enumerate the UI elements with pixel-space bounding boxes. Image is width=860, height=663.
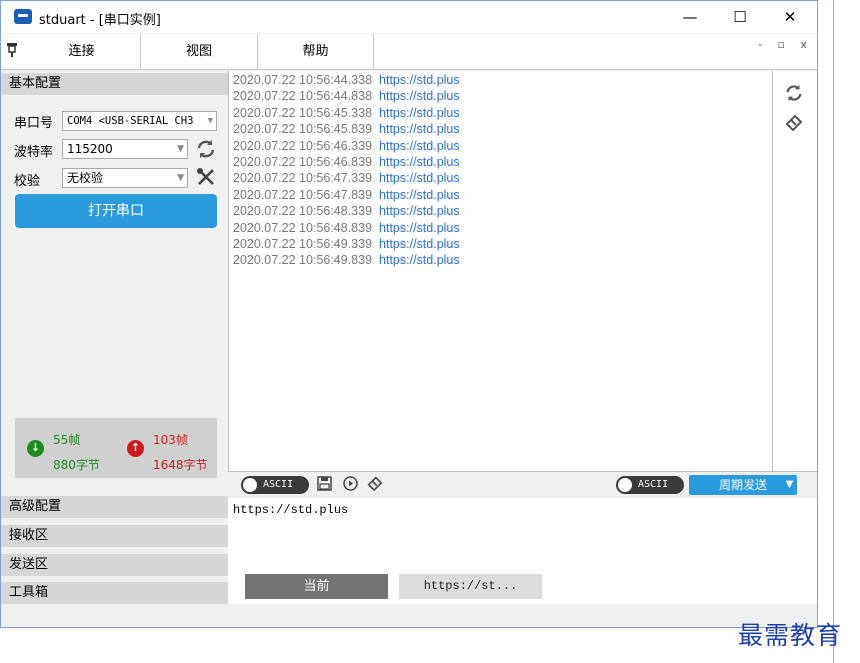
- log-message: https://std.plus: [379, 204, 460, 219]
- tx-frames: 103帧: [153, 433, 188, 447]
- close-button[interactable]: ✕: [767, 1, 813, 33]
- app-logo-icon: [14, 9, 32, 24]
- log-row: 2020.07.22 10:56:46.839 https://std.plus: [233, 155, 460, 169]
- log-message: https://std.plus: [379, 237, 460, 251]
- chevron-down-icon[interactable]: ▼: [781, 475, 798, 495]
- send-text[interactable]: https://std.plus: [233, 503, 348, 517]
- port-label: 串口号: [14, 116, 54, 131]
- baud-label: 波特率: [14, 145, 54, 160]
- log-timestamp: 2020.07.22 10:56:47.839: [233, 187, 373, 202]
- section-send-area[interactable]: 发送区: [1, 554, 228, 576]
- log-message: https://std.plus: [379, 253, 460, 268]
- upload-arrow-icon: ↑: [127, 440, 144, 457]
- chevron-down-icon: ▼: [177, 173, 184, 183]
- pin-icon[interactable]: [5, 42, 19, 62]
- baud-value: 115200: [67, 142, 113, 156]
- clear-send-icon[interactable]: [367, 475, 383, 495]
- traffic-stats: ↓ 55帧 880字节 ↑ 103帧 1648字节: [15, 418, 217, 478]
- log-row: 2020.07.22 10:56:49.339 https://std.plus: [233, 237, 460, 251]
- receive-log[interactable]: 2020.07.22 10:56:44.338 https://std.plus 2…: [228, 71, 772, 471]
- parity-value: 无校验: [67, 171, 104, 185]
- rx-frames: 55帧: [53, 433, 81, 447]
- log-message: https://std.plus: [379, 171, 460, 186]
- toggle-knob: [243, 478, 257, 492]
- log-message: https://std.plus: [379, 73, 460, 87]
- log-message: https://std.plus: [379, 105, 460, 120]
- tx-ascii-toggle[interactable]: ASCII: [616, 476, 684, 494]
- watermark-text: 最需教育: [738, 621, 843, 650]
- mdi-window-controls[interactable]: - ▫ x: [758, 38, 813, 51]
- log-timestamp: 2020.07.22 10:56:44.838: [233, 89, 373, 104]
- log-timestamp: 2020.07.22 10:56:48.839: [233, 220, 373, 235]
- download-arrow-icon: ↓: [27, 440, 44, 457]
- app-window: stduart - [串口实例] — ☐ ✕ 连接 视图 帮助 - ▫ x 基本…: [0, 0, 818, 628]
- rx-ascii-toggle[interactable]: ASCII: [241, 476, 309, 494]
- parity-label: 校验: [14, 174, 41, 189]
- title-bar[interactable]: stduart - [串口实例] — ☐ ✕: [1, 1, 817, 33]
- rx-ascii-label: ASCII: [263, 479, 294, 490]
- log-row: 2020.07.22 10:56:45.839 https://std.plus: [233, 122, 460, 136]
- window-title: stduart - [串口实例]: [39, 13, 161, 28]
- log-row: 2020.07.22 10:56:47.339 https://std.plus: [233, 171, 460, 185]
- background-divider: [833, 0, 834, 663]
- log-message: https://std.plus: [379, 155, 460, 169]
- log-row: 2020.07.22 10:56:47.839 https://std.plus: [233, 188, 460, 202]
- refresh-ports-icon[interactable]: [195, 138, 217, 164]
- toggle-knob: [618, 478, 632, 492]
- section-receive-area[interactable]: 接收区: [1, 525, 228, 547]
- log-timestamp: 2020.07.22 10:56:45.839: [233, 122, 373, 137]
- log-timestamp: 2020.07.22 10:56:49.339: [233, 237, 373, 251]
- tools-icon[interactable]: [196, 167, 216, 191]
- tx-bytes: 1648字节: [153, 458, 208, 472]
- log-timestamp: 2020.07.22 10:56:45.338: [233, 105, 373, 120]
- log-message: https://std.plus: [379, 89, 460, 104]
- menu-help[interactable]: 帮助: [258, 34, 374, 70]
- log-row: 2020.07.22 10:56:49.839 https://std.plus: [233, 253, 460, 267]
- log-timestamp: 2020.07.22 10:56:48.339: [233, 204, 373, 219]
- port-select[interactable]: COM4 <USB-SERIAL CH3 ▼: [62, 111, 217, 131]
- section-toolbox[interactable]: 工具箱: [1, 582, 228, 604]
- save-icon[interactable]: [317, 476, 332, 495]
- chevron-down-icon: ▼: [177, 144, 184, 154]
- section-advanced-config[interactable]: 高级配置: [1, 496, 228, 518]
- play-icon[interactable]: [343, 476, 358, 495]
- log-side-toolbar: [772, 71, 817, 471]
- log-timestamp: 2020.07.22 10:56:47.339: [233, 171, 373, 186]
- refresh-icon[interactable]: [784, 83, 804, 107]
- minimize-button[interactable]: —: [667, 1, 713, 33]
- log-message: https://std.plus: [379, 220, 460, 235]
- log-timestamp: 2020.07.22 10:56:44.338: [233, 73, 373, 87]
- log-message: https://std.plus: [379, 122, 460, 137]
- baud-select[interactable]: 115200 ▼: [62, 139, 188, 159]
- clear-eraser-icon[interactable]: [785, 113, 803, 135]
- log-row: 2020.07.22 10:56:44.838 https://std.plus: [233, 89, 460, 103]
- open-port-button[interactable]: 打开串口: [15, 194, 217, 228]
- send-tab-history[interactable]: https://st...: [399, 574, 542, 599]
- send-toolbar: ASCII ASCII 周期发送 ▼: [228, 471, 817, 497]
- log-row: 2020.07.22 10:56:48.339 https://std.plus: [233, 204, 460, 218]
- log-timestamp: 2020.07.22 10:56:46.339: [233, 138, 373, 153]
- log-message: https://std.plus: [379, 187, 460, 202]
- menu-connect[interactable]: 连接: [23, 34, 141, 70]
- rx-bytes: 880字节: [53, 458, 100, 472]
- log-row: 2020.07.22 10:56:44.338 https://std.plus: [233, 73, 460, 87]
- log-timestamp: 2020.07.22 10:56:49.839: [233, 253, 373, 268]
- log-row: 2020.07.22 10:56:46.339 https://std.plus: [233, 139, 460, 153]
- maximize-button[interactable]: ☐: [717, 1, 763, 33]
- send-tab-current[interactable]: 当前: [245, 574, 388, 599]
- menu-bar: 连接 视图 帮助 - ▫ x: [1, 34, 817, 70]
- port-value: COM4 <USB-SERIAL CH3: [67, 115, 194, 127]
- parity-select[interactable]: 无校验 ▼: [62, 168, 188, 188]
- tx-ascii-label: ASCII: [638, 479, 669, 490]
- log-message: https://std.plus: [379, 138, 460, 153]
- chevron-down-icon: ▼: [207, 116, 213, 126]
- section-basic-config[interactable]: 基本配置: [1, 73, 228, 95]
- menu-view[interactable]: 视图: [141, 34, 258, 70]
- log-row: 2020.07.22 10:56:48.839 https://std.plus: [233, 221, 460, 235]
- log-timestamp: 2020.07.22 10:56:46.839: [233, 155, 373, 169]
- log-row: 2020.07.22 10:56:45.338 https://std.plus: [233, 106, 460, 120]
